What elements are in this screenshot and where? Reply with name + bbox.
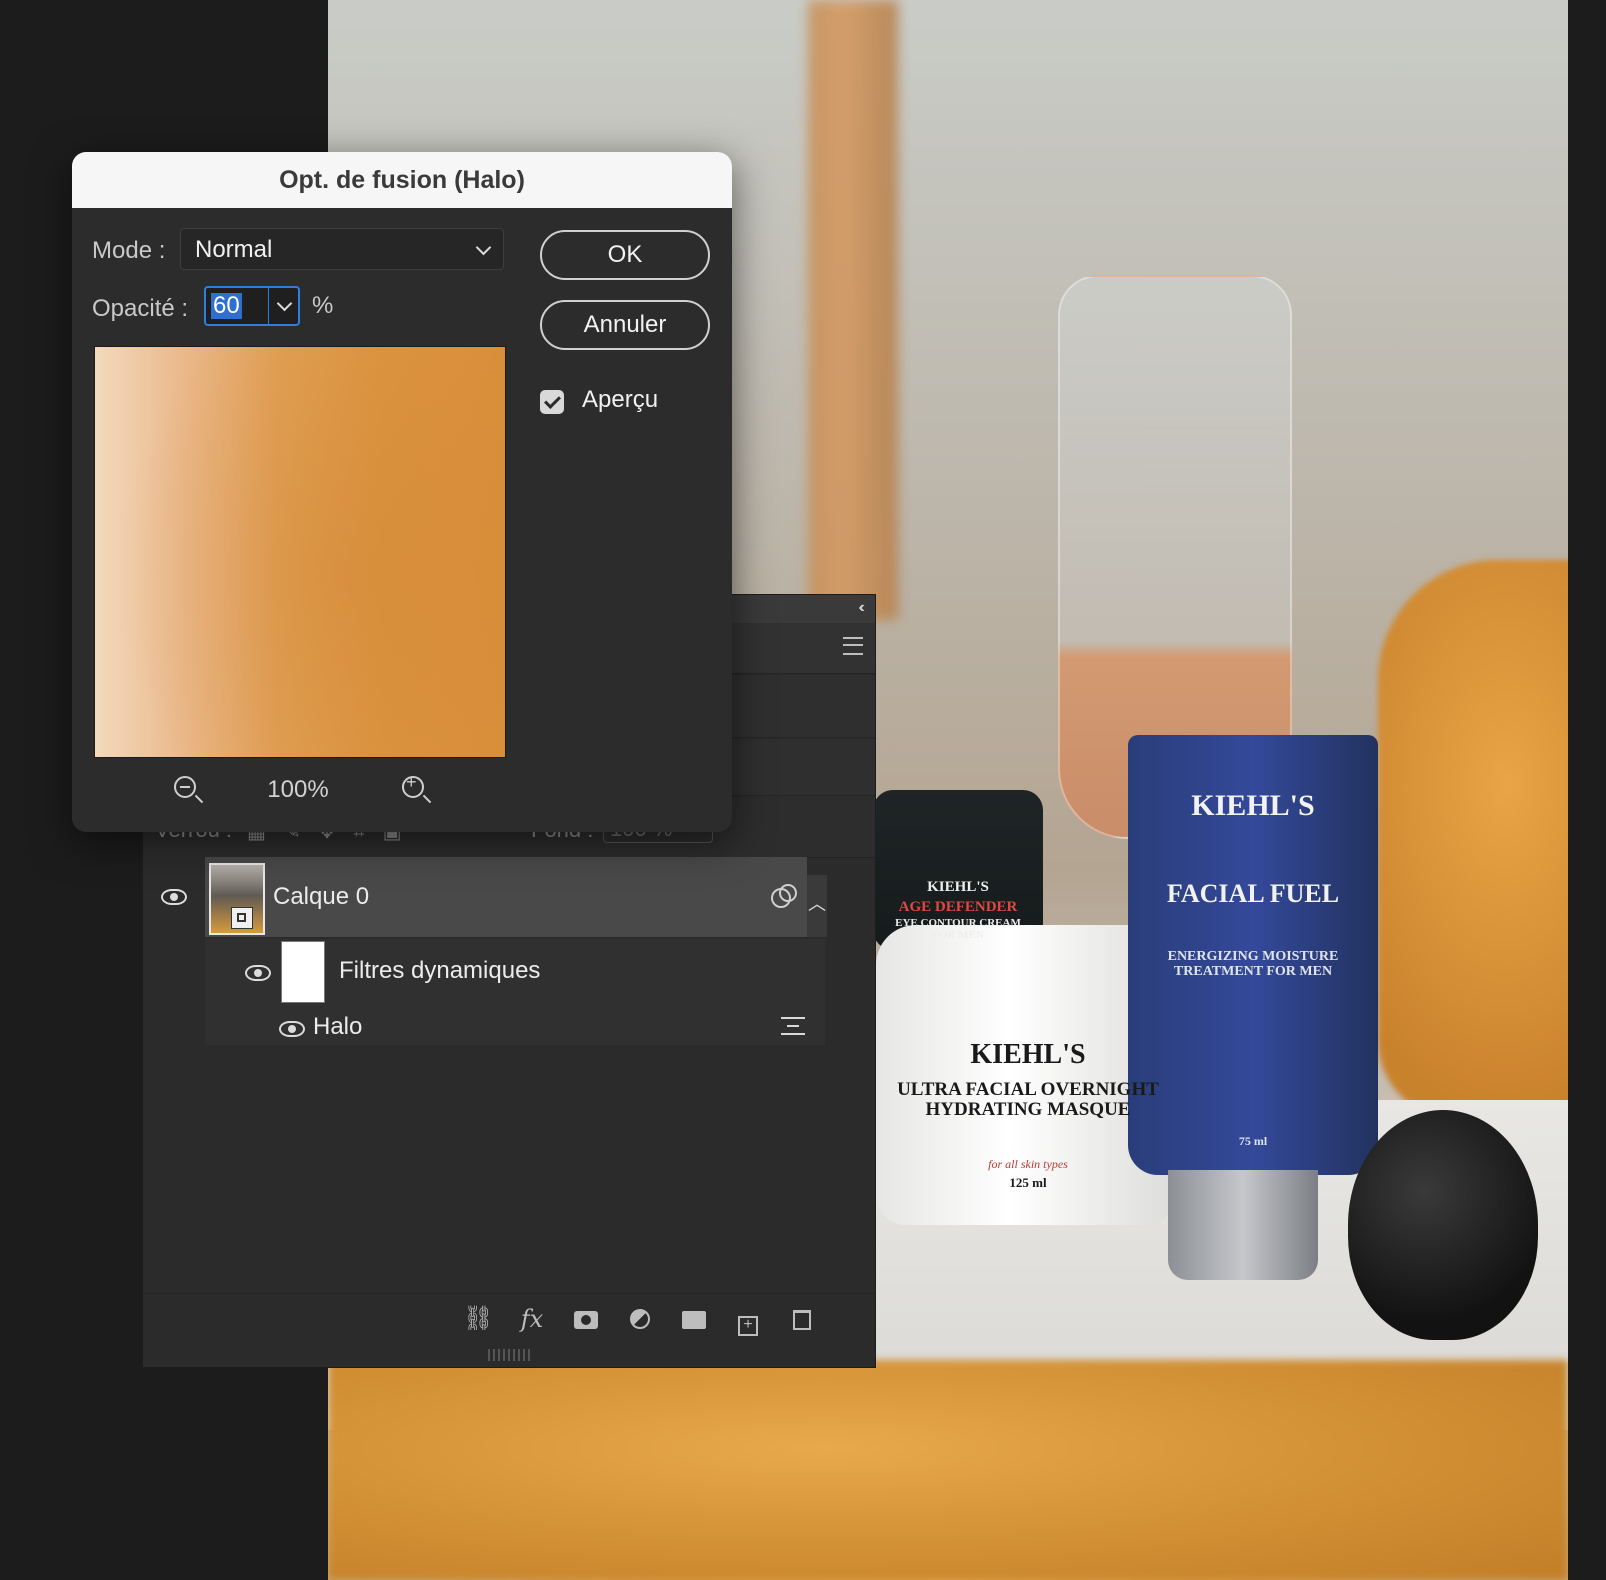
chevron-up-icon[interactable]: ︿ xyxy=(807,875,827,937)
tube-desc-label: ENERGIZING MOISTURE TREATMENT FOR MEN xyxy=(1167,949,1339,979)
smart-object-icon xyxy=(771,884,797,908)
filter-name[interactable]: Halo xyxy=(313,1013,362,1041)
panel-menu-icon[interactable] xyxy=(843,637,863,655)
collapse-icon[interactable]: ‹‹ xyxy=(858,599,864,617)
dialog-title: Opt. de fusion (Halo) xyxy=(279,166,525,194)
tube-name-label: FACIAL FUEL xyxy=(1166,879,1340,908)
white-jar-size-label: 125 ml xyxy=(1009,1175,1047,1190)
chevron-down-icon[interactable] xyxy=(276,295,293,312)
blending-options-dialog: Opt. de fusion (Halo) Mode : Normal Opac… xyxy=(72,152,732,832)
zoom-level: 100% xyxy=(267,776,329,803)
small-jar-desc-label: EYE CONTOUR CREAM FOR MEN xyxy=(895,917,1021,941)
tube-brand-label: KIEHL'S xyxy=(1191,789,1315,822)
opacity-divider xyxy=(268,288,269,324)
preview-checkbox[interactable] xyxy=(540,390,564,414)
zoom-out-icon[interactable] xyxy=(174,776,196,798)
smart-object-badge-icon xyxy=(231,907,253,929)
link-icon[interactable]: ⛓ xyxy=(463,1304,493,1334)
filter-mask-thumbnail[interactable] xyxy=(281,941,325,1003)
white-jar-brand-label: KIEHL'S xyxy=(970,1039,1086,1070)
folder-icon[interactable] xyxy=(679,1304,709,1334)
chevron-down-icon xyxy=(475,239,492,256)
preview-label[interactable]: Aperçu xyxy=(582,386,658,414)
filter-blending-options-icon[interactable] xyxy=(781,1017,805,1035)
towel xyxy=(1378,560,1568,1120)
smart-filters-label[interactable]: Filtres dynamiques xyxy=(339,957,540,985)
layer-name[interactable]: Calque 0 xyxy=(273,883,369,911)
eye-icon[interactable] xyxy=(245,965,271,981)
adjustment-icon[interactable] xyxy=(625,1304,655,1334)
tube-size-label: 75 ml xyxy=(1238,1134,1268,1148)
tube-cap xyxy=(1168,1170,1318,1280)
filter-preview[interactable] xyxy=(94,346,506,758)
ok-button[interactable]: OK xyxy=(540,230,710,280)
mode-value: Normal xyxy=(195,236,273,263)
zoom-in-icon[interactable] xyxy=(402,772,424,798)
small-jar-brand-label: KIEHL'S xyxy=(927,879,989,895)
eye-icon[interactable] xyxy=(161,889,187,905)
mirror-frame xyxy=(808,0,898,620)
white-jar-name-label: ULTRA FACIAL OVERNIGHT HYDRATING MASQUE xyxy=(897,1079,1159,1120)
fx-icon[interactable]: fx xyxy=(517,1304,547,1334)
eye-icon[interactable] xyxy=(279,1021,305,1037)
trash-icon[interactable] xyxy=(787,1304,817,1334)
new-layer-icon[interactable]: + xyxy=(733,1304,763,1336)
small-jar-name-label: AGE DEFENDER xyxy=(898,899,1018,915)
panel-footer: ⛓ fx + xyxy=(143,1293,875,1344)
mode-select[interactable]: Normal xyxy=(180,228,504,270)
panel-resize-handle[interactable] xyxy=(143,1345,875,1365)
white-jar-note-label: for all skin types xyxy=(988,1157,1068,1171)
opacity-value[interactable]: 60 xyxy=(211,293,242,319)
opacity-unit: % xyxy=(312,292,334,319)
mask-icon[interactable] xyxy=(571,1304,601,1334)
layer-gutter xyxy=(143,857,205,1047)
opacity-input[interactable]: 60 xyxy=(204,286,300,326)
dialog-titlebar[interactable]: Opt. de fusion (Halo) xyxy=(72,152,732,208)
cancel-button[interactable]: Annuler xyxy=(540,300,710,350)
towel-foreground xyxy=(328,1360,1568,1580)
mode-label: Mode : xyxy=(92,237,166,264)
skull-object xyxy=(1348,1110,1538,1340)
opacity-label: Opacité : xyxy=(92,295,189,322)
grip-icon[interactable] xyxy=(488,1349,530,1361)
